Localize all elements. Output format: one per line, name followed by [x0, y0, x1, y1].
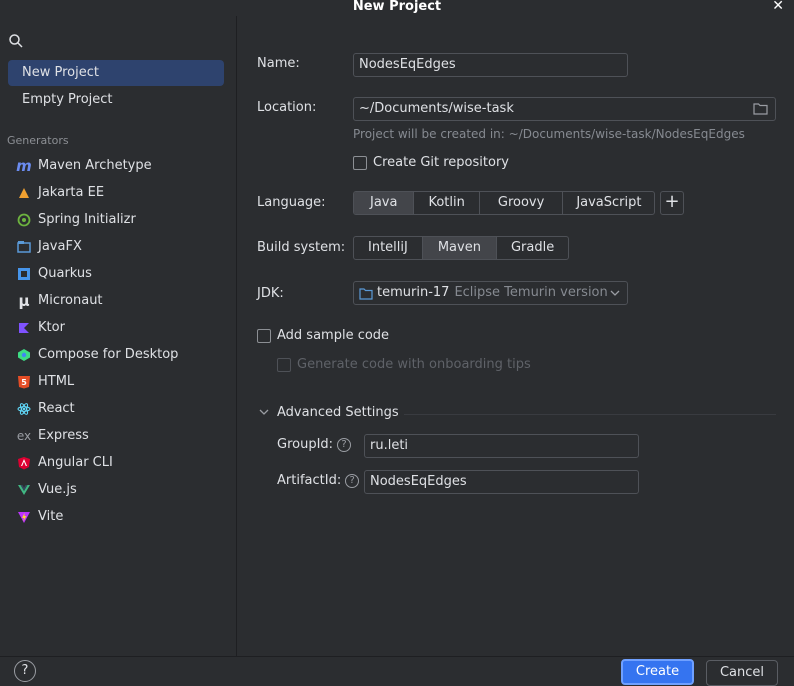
- location-field[interactable]: ~/Documents/wise-task: [353, 97, 776, 121]
- chevron-down-icon: [610, 290, 620, 296]
- sidebar-item-new-project[interactable]: New Project: [8, 60, 224, 86]
- folder-icon[interactable]: [753, 102, 768, 115]
- location-value: ~/Documents/wise-task: [359, 101, 514, 116]
- build-system-selector: IntelliJ Maven Gradle: [353, 236, 570, 260]
- maven-icon: m: [16, 157, 32, 175]
- generator-vite[interactable]: Vite: [16, 506, 63, 528]
- advanced-settings-toggle[interactable]: Advanced Settings: [277, 405, 399, 420]
- jdk-name: temurin-17: [377, 285, 450, 300]
- generator-label: Micronaut: [38, 293, 103, 308]
- ktor-icon: [16, 320, 32, 336]
- sidebar: New Project Empty Project Generators m M…: [0, 16, 237, 656]
- generator-label: Maven Archetype: [38, 158, 152, 173]
- artifactid-label: ArtifactId:?: [277, 473, 360, 488]
- generator-quarkus[interactable]: Quarkus: [16, 263, 92, 285]
- javafx-icon: [16, 239, 32, 255]
- generator-vue-js[interactable]: Vue.js: [16, 479, 77, 501]
- generator-maven-archetype[interactable]: m Maven Archetype: [16, 155, 152, 177]
- sample-code-label: Add sample code: [277, 328, 390, 343]
- jdk-description: Eclipse Temurin version: [454, 285, 608, 300]
- build-option-intellij[interactable]: IntelliJ: [354, 237, 423, 259]
- generator-label: Vue.js: [38, 482, 77, 497]
- generator-label: Compose for Desktop: [38, 347, 179, 362]
- generator-html[interactable]: 5 HTML: [16, 371, 74, 393]
- generator-angular-cli[interactable]: Angular CLI: [16, 452, 113, 474]
- generator-ktor[interactable]: Ktor: [16, 317, 65, 339]
- add-language-button[interactable]: +: [660, 191, 684, 215]
- generator-label: JavaFX: [38, 239, 82, 254]
- generator-javafx[interactable]: JavaFX: [16, 236, 82, 258]
- generator-label: React: [38, 401, 75, 416]
- generator-micronaut[interactable]: μ Micronaut: [16, 290, 103, 312]
- compose-icon: [16, 347, 32, 363]
- title-bar: New Project ✕: [0, 0, 794, 16]
- close-icon[interactable]: ✕: [772, 0, 784, 14]
- generator-label: HTML: [38, 374, 75, 389]
- collapse-chevron-icon[interactable]: [259, 409, 269, 415]
- sidebar-item-empty-project[interactable]: Empty Project: [8, 87, 224, 113]
- language-option-javascript[interactable]: JavaScript: [563, 192, 654, 214]
- sidebar-item-label: New Project: [22, 65, 99, 80]
- jdk-select[interactable]: temurin-17 Eclipse Temurin version: [353, 281, 628, 305]
- window-title: New Project: [352, 0, 442, 14]
- artifactid-field[interactable]: NodesEqEdges: [364, 470, 639, 494]
- generator-label: Jakarta EE: [38, 185, 105, 200]
- angular-icon: [16, 455, 32, 471]
- groupid-label-text: GroupId:: [277, 437, 334, 452]
- jakarta-icon: [16, 185, 32, 201]
- generator-label: Express: [38, 428, 89, 443]
- language-option-java[interactable]: Java: [354, 192, 415, 214]
- quarkus-icon: [16, 266, 32, 282]
- svg-text:5: 5: [21, 378, 27, 387]
- generator-label: Spring Initializr: [38, 212, 136, 227]
- generators-heading: Generators: [7, 134, 69, 147]
- jdk-label: JDK:: [257, 286, 284, 301]
- build-option-gradle[interactable]: Gradle: [497, 237, 568, 259]
- language-option-kotlin[interactable]: Kotlin: [414, 192, 480, 214]
- express-icon: ex: [16, 429, 32, 443]
- location-hint: Project will be created in: ~/Documents/…: [353, 127, 745, 141]
- create-button[interactable]: Create: [621, 659, 694, 685]
- language-label: Language:: [257, 195, 326, 210]
- sample-code-checkbox[interactable]: [257, 329, 271, 343]
- generator-label: Vite: [38, 509, 64, 524]
- artifactid-help-icon[interactable]: ?: [345, 473, 360, 488]
- generator-compose-for-desktop[interactable]: Compose for Desktop: [16, 344, 178, 366]
- html-icon: 5: [16, 374, 32, 390]
- advanced-settings-divider: [404, 414, 776, 415]
- generator-label: Angular CLI: [38, 455, 113, 470]
- language-selector: Java Kotlin Groovy JavaScript: [353, 191, 656, 215]
- onboarding-checkbox: [277, 358, 291, 372]
- groupid-field[interactable]: ru.leti: [364, 434, 639, 458]
- groupid-label: GroupId:?: [277, 437, 352, 452]
- project-form: Name: NodesEqEdges Location: ~/Documents…: [238, 16, 794, 656]
- jdk-folder-icon: [359, 287, 373, 300]
- generator-jakarta-ee[interactable]: Jakarta EE: [16, 182, 104, 204]
- generator-label: Quarkus: [38, 266, 92, 281]
- groupid-help-icon[interactable]: ?: [337, 437, 352, 452]
- vite-icon: [16, 509, 32, 525]
- help-button[interactable]: ?: [14, 660, 36, 682]
- name-field[interactable]: NodesEqEdges: [353, 53, 628, 77]
- generator-spring-initializr[interactable]: Spring Initializr: [16, 209, 136, 231]
- build-system-label: Build system:: [257, 240, 346, 255]
- micronaut-icon: μ: [18, 292, 30, 310]
- generator-label: Ktor: [38, 320, 65, 335]
- vue-icon: [16, 482, 32, 498]
- spring-icon: [16, 212, 32, 228]
- artifactid-label-text: ArtifactId:: [277, 473, 342, 488]
- generator-react[interactable]: React: [16, 398, 75, 420]
- react-icon: [16, 401, 32, 417]
- sidebar-item-label: Empty Project: [22, 92, 113, 107]
- search-icon[interactable]: [8, 33, 24, 49]
- onboarding-label: Generate code with onboarding tips: [297, 357, 531, 372]
- cancel-button[interactable]: Cancel: [706, 660, 778, 686]
- name-label: Name:: [257, 56, 300, 71]
- git-checkbox[interactable]: [353, 156, 367, 170]
- build-option-maven[interactable]: Maven: [422, 237, 497, 259]
- location-label: Location:: [257, 100, 317, 115]
- git-checkbox-label: Create Git repository: [373, 155, 509, 170]
- language-option-groovy[interactable]: Groovy: [480, 192, 564, 214]
- generator-express[interactable]: ex Express: [16, 425, 89, 447]
